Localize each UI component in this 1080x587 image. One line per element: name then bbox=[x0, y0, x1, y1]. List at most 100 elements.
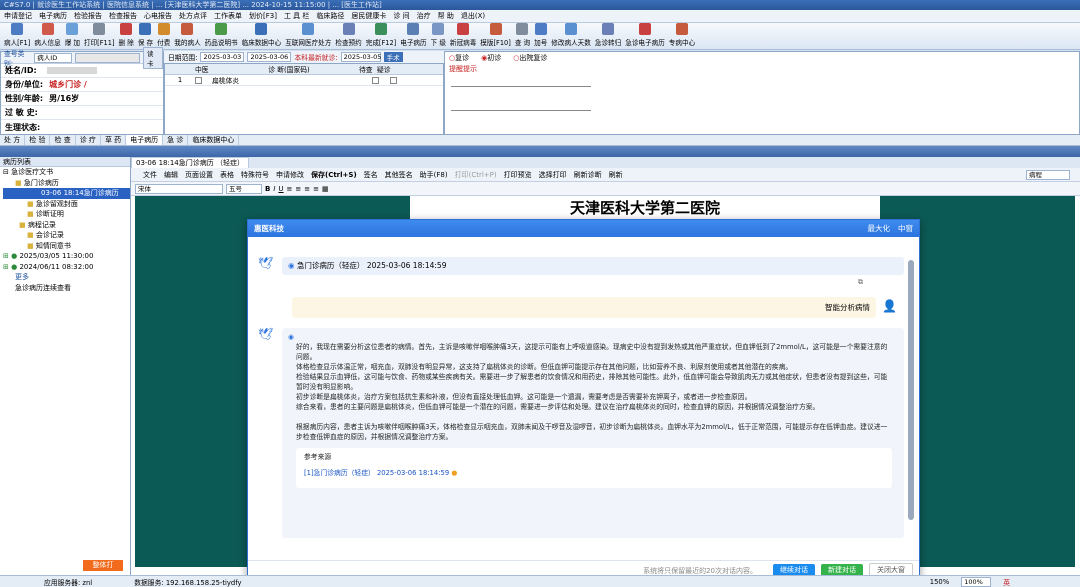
visit-node[interactable]: ⊞ ● 2025/03/05 11:30:00 bbox=[3, 251, 130, 262]
underline-icon[interactable]: U bbox=[278, 185, 283, 193]
tree-root[interactable]: ⊟ 急诊医疗文书 bbox=[3, 167, 130, 178]
toolbar-button[interactable]: 保 存 bbox=[136, 23, 155, 49]
copy-icon[interactable]: ⧉ bbox=[858, 278, 863, 287]
toolbar-button[interactable]: 爆 加 bbox=[63, 23, 82, 49]
window-size-button[interactable]: 中窗 bbox=[898, 223, 913, 234]
menu-item[interactable]: 检验报告 bbox=[74, 11, 102, 21]
maximize-button[interactable]: 最大化 bbox=[868, 223, 891, 234]
refresh-button[interactable]: 刷新 bbox=[609, 170, 623, 180]
doc-menu-item[interactable]: 编辑 bbox=[164, 170, 178, 180]
menu-item[interactable]: 申请登记 bbox=[4, 11, 32, 21]
toolbar-button[interactable]: 付费 bbox=[155, 23, 172, 49]
save-button[interactable]: 保存(Ctrl+S) bbox=[311, 170, 357, 180]
align-right-icon[interactable]: ≡ bbox=[304, 185, 310, 193]
menu-item[interactable]: 工 具 栏 bbox=[284, 11, 309, 21]
collapse-icon[interactable]: ◉ bbox=[288, 332, 892, 342]
date-to-input[interactable]: 2025-03-06 bbox=[247, 52, 292, 62]
sign-button[interactable]: 签名 bbox=[364, 170, 378, 180]
table-icon[interactable]: ▦ bbox=[322, 185, 329, 193]
read-card-button[interactable]: 读卡 bbox=[142, 46, 163, 69]
doc-menu-item[interactable]: 文件 bbox=[143, 170, 157, 180]
ime-indicator[interactable]: 英 bbox=[1003, 577, 1010, 587]
font-select[interactable]: 宋体 bbox=[135, 183, 223, 194]
toolbar-button[interactable]: 打印[F11] bbox=[82, 23, 117, 49]
reference-link[interactable]: [1]急门诊病历（轻症） 2025-03-06 18:14:59 ● bbox=[304, 468, 884, 478]
assistant-button[interactable]: 助手(F8) bbox=[420, 170, 448, 180]
menu-item[interactable]: 划价[F3] bbox=[249, 11, 277, 21]
document-tab[interactable]: 03-06 18:14急门诊病历 （轻症） bbox=[131, 156, 249, 169]
first-visit-radio[interactable]: ◉初诊 bbox=[481, 53, 501, 63]
collapse-icon[interactable]: ◉ bbox=[288, 261, 295, 270]
menu-item[interactable]: 居民健康卡 bbox=[351, 11, 386, 21]
menu-item[interactable]: 临床路径 bbox=[316, 11, 344, 21]
discharge-revisit-radio[interactable]: ○出院复诊 bbox=[513, 53, 547, 63]
continuous-view[interactable]: 急诊病历连续查看 bbox=[3, 283, 130, 294]
italic-icon[interactable]: I bbox=[273, 185, 275, 193]
toolbar-button[interactable]: 删 除 bbox=[117, 23, 136, 49]
date-from-input[interactable]: 2025-03-03 bbox=[200, 52, 245, 62]
menu-item[interactable]: 处方点评 bbox=[179, 11, 207, 21]
toolbar-button[interactable]: 完成[F12] bbox=[364, 23, 399, 49]
menu-item[interactable]: 治疗 bbox=[417, 11, 431, 21]
table-row[interactable]: 1 扁桃体炎 bbox=[165, 75, 443, 86]
tab-prescription[interactable]: 处 方 bbox=[0, 135, 26, 145]
bold-icon[interactable]: B bbox=[265, 185, 270, 193]
toolbar-button[interactable]: 药品说明书 bbox=[203, 23, 240, 49]
tree-node[interactable]: ■ 急门诊病历 bbox=[3, 178, 130, 189]
menu-item[interactable]: 诊 间 bbox=[393, 11, 409, 21]
toolbar-button[interactable]: 临床数据中心 bbox=[240, 23, 284, 49]
toolbar-button[interactable]: 急诊转归 bbox=[593, 23, 623, 49]
tab-exam[interactable]: 检 查 bbox=[50, 135, 76, 145]
tree-node[interactable]: ■ 病程记录 bbox=[3, 220, 130, 231]
zoom-select[interactable]: 100% bbox=[961, 576, 992, 587]
tab-emr[interactable]: 电子病历 bbox=[126, 135, 164, 145]
pending-checkbox[interactable] bbox=[372, 76, 379, 84]
size-select[interactable]: 五号 bbox=[226, 183, 262, 194]
tcm-checkbox[interactable] bbox=[195, 76, 202, 84]
toolbar-button[interactable]: 病人信息 bbox=[32, 23, 62, 49]
tree-node-selected[interactable]: 03-06 18:14急门诊病历 bbox=[3, 188, 130, 199]
menu-item[interactable]: 退出(X) bbox=[461, 11, 485, 21]
toolbar-button[interactable]: 病人[F1] bbox=[2, 23, 32, 49]
toolbar-button[interactable]: 互联网医疗处方 bbox=[283, 23, 333, 49]
id-type-select[interactable]: 病人ID bbox=[34, 52, 72, 63]
tab-lab[interactable]: 检 验 bbox=[25, 135, 51, 145]
toolbar-button[interactable]: 查 询 bbox=[513, 23, 532, 49]
toolbar-button[interactable]: 电子病历 bbox=[398, 23, 428, 49]
more-link[interactable]: 更多 bbox=[3, 272, 130, 283]
tab-emergency[interactable]: 急 诊 bbox=[163, 135, 189, 145]
menu-item[interactable]: 帮 助 bbox=[438, 11, 454, 21]
latest-visit-input[interactable]: 2025-03-05 bbox=[340, 52, 381, 62]
toolbar-button[interactable]: 新冠病毒 bbox=[448, 23, 478, 49]
menu-item[interactable]: 工作表单 bbox=[214, 11, 242, 21]
tree-node[interactable]: ■ 知情同意书 bbox=[3, 241, 130, 252]
align-center-icon[interactable]: ≡ bbox=[295, 185, 301, 193]
menu-item[interactable]: 电子病历 bbox=[39, 11, 67, 21]
tree-node[interactable]: ■ 会诊记录 bbox=[3, 230, 130, 241]
document-page[interactable]: 天津医科大学第二医院 bbox=[410, 196, 880, 221]
doc-menu-item[interactable]: 申请修改 bbox=[276, 170, 304, 180]
align-left-icon[interactable]: ≡ bbox=[287, 185, 293, 193]
tab-data-center[interactable]: 临床数据中心 bbox=[188, 135, 240, 145]
patient-id-input[interactable] bbox=[74, 52, 140, 63]
toolbar-button[interactable]: 检查预约 bbox=[333, 23, 363, 49]
doc-menu-item[interactable]: 刷新诊断 bbox=[574, 170, 602, 180]
doc-menu-item[interactable]: 打印预览 bbox=[504, 170, 532, 180]
menu-item[interactable]: 检查报告 bbox=[109, 11, 137, 21]
justify-icon[interactable]: ≡ bbox=[313, 185, 319, 193]
doc-menu-item[interactable]: 其他签名 bbox=[385, 170, 413, 180]
toolbar-button[interactable]: 下 级 bbox=[429, 23, 448, 49]
record-type-select[interactable]: 病程 bbox=[1026, 170, 1070, 180]
visit-node[interactable]: ⊞ ● 2024/06/11 08:32:00 bbox=[3, 262, 130, 273]
doc-menu-item[interactable]: 页面设置 bbox=[185, 170, 213, 180]
suspect-checkbox[interactable] bbox=[390, 76, 397, 84]
revisit-radio[interactable]: ○复诊 bbox=[449, 53, 469, 63]
dialog-scrollbar[interactable] bbox=[908, 260, 914, 520]
toolbar-button[interactable]: 修改病人天数 bbox=[549, 23, 593, 49]
doc-menu-item[interactable]: 选择打印 bbox=[539, 170, 567, 180]
print-button[interactable]: 打印(Ctrl+P) bbox=[455, 170, 497, 180]
tree-node[interactable]: ■ 急诊留观封面 bbox=[3, 199, 130, 210]
surgery-button[interactable]: 手术 bbox=[383, 52, 403, 62]
toolbar-button[interactable]: 我的病人 bbox=[172, 23, 202, 49]
tab-treatment[interactable]: 诊 疗 bbox=[76, 135, 101, 145]
